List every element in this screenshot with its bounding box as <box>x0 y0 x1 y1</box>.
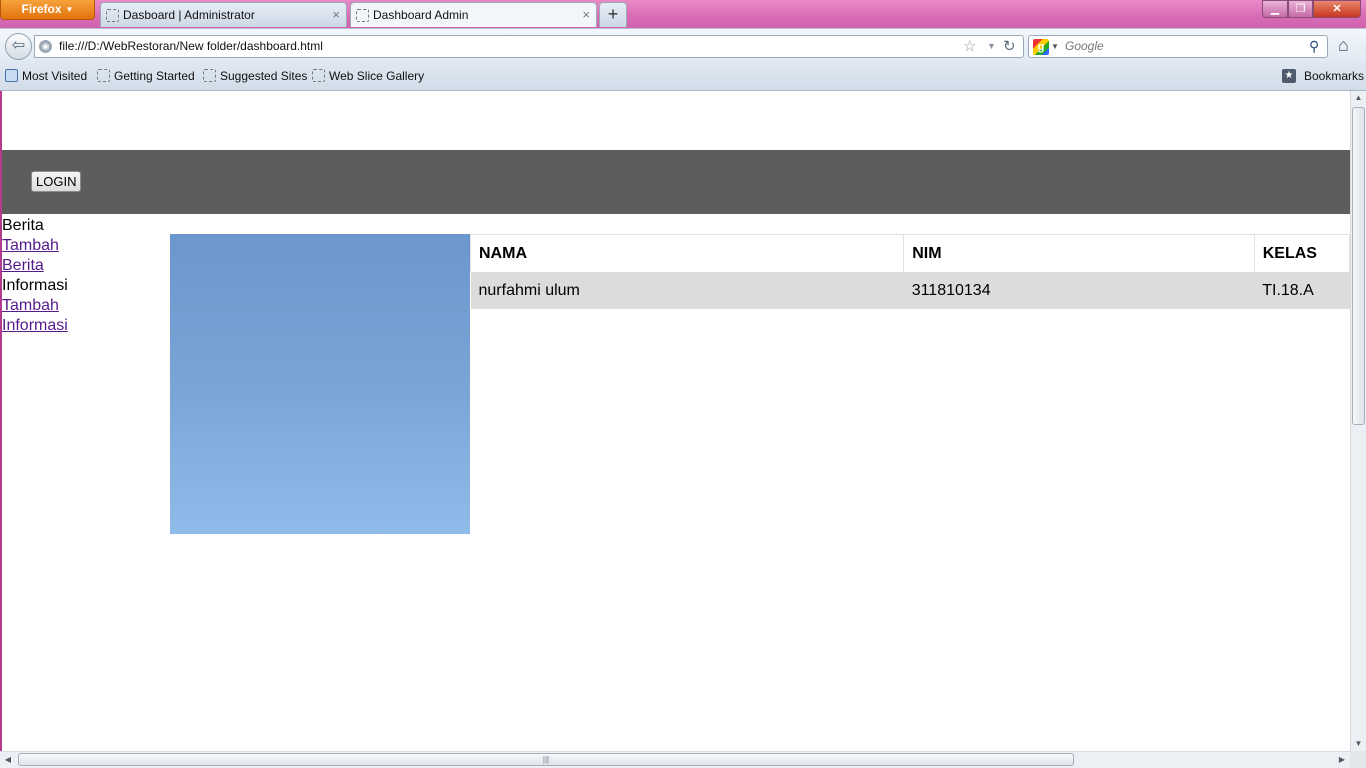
bookmark-web-slice-gallery[interactable]: Web Slice Gallery <box>309 63 424 89</box>
page-icon <box>97 69 110 82</box>
page-viewport: LOGIN Berita Tambah Berita Informasi Tam… <box>0 91 1350 751</box>
search-placeholder: Google <box>1065 39 1104 53</box>
vertical-scrollbar[interactable]: ▲ ▼ <box>1350 91 1366 751</box>
globe-icon: ◉ <box>39 40 52 53</box>
home-icon[interactable]: ⌂ <box>1338 35 1349 56</box>
link-tambah-berita-tambah[interactable]: Tambah <box>2 236 162 256</box>
horizontal-scroll-thumb[interactable]: ||| <box>18 753 1074 766</box>
table-row: nurfahmi ulum 311810134 TI.18.A <box>470 272 1350 309</box>
chevron-down-icon[interactable]: ▼ <box>1051 36 1059 57</box>
page-header: LOGIN <box>2 150 1350 214</box>
vertical-scroll-thumb[interactable] <box>1352 107 1365 425</box>
firefox-menu-button[interactable]: Firefox ▼ <box>0 0 95 20</box>
chevron-down-icon[interactable]: ▼ <box>987 36 996 57</box>
cell-kelas: TI.18.A <box>1254 272 1350 309</box>
page-favicon-icon <box>356 9 369 22</box>
magnifier-icon[interactable]: ⚲ <box>1309 36 1319 57</box>
close-tab-icon[interactable]: × <box>582 3 590 27</box>
student-table: NAMA NIM KELAS nurfahmi ulum 311810134 T… <box>469 234 1350 309</box>
google-icon[interactable]: g <box>1033 39 1049 55</box>
link-tambah-informasi-tambah[interactable]: Tambah <box>2 296 162 316</box>
back-arrow-icon[interactable]: ⇦ <box>5 33 32 60</box>
link-tambah-informasi-informasi[interactable]: Informasi <box>2 316 162 336</box>
close-tab-icon[interactable]: × <box>332 3 340 27</box>
chevron-down-icon: ▼ <box>65 5 74 14</box>
bookmarks-toolbar: Most Visited Getting Started Suggested S… <box>0 63 1366 91</box>
bookmarks-menu-button[interactable]: ★ Bookmarks <box>1282 63 1364 89</box>
navigation-toolbar: ⇦ ◉ file:///D:/WebRestoran/New folder/da… <box>0 28 1366 64</box>
header-kelas: KELAS <box>1253 234 1350 272</box>
most-visited-icon <box>5 69 18 82</box>
minimize-window-button[interactable]: ▁ <box>1262 0 1288 18</box>
page-icon <box>203 69 216 82</box>
bookmark-label: Suggested Sites <box>220 69 308 83</box>
star-icon[interactable]: ☆ <box>963 36 976 57</box>
tab-title: Dashboard Admin <box>373 8 469 22</box>
new-tab-button[interactable]: + <box>599 2 627 27</box>
table-header-row: NAMA NIM KELAS <box>469 234 1350 272</box>
bookmark-most-visited[interactable]: Most Visited <box>2 63 87 89</box>
close-window-button[interactable]: ✕ <box>1313 0 1361 18</box>
bookmark-suggested-sites[interactable]: Suggested Sites <box>200 63 307 89</box>
window-titlebar: Firefox ▼ Dasboard | Administrator × Dash… <box>0 0 1366 28</box>
bookmark-getting-started[interactable]: Getting Started <box>94 63 195 89</box>
sidebar-menu: Berita Tambah Berita Informasi Tambah In… <box>2 216 162 336</box>
header-nim: NIM <box>903 234 1255 272</box>
scroll-down-icon[interactable]: ▼ <box>1351 737 1366 751</box>
scroll-left-icon[interactable]: ◀ <box>0 752 16 768</box>
tab-dasboard-administrator[interactable]: Dasboard | Administrator × <box>100 2 347 27</box>
profile-photo <box>170 234 470 534</box>
address-bar[interactable]: ◉ file:///D:/WebRestoran/New folder/dash… <box>34 35 1024 58</box>
reload-icon[interactable]: ↻ <box>1003 36 1016 57</box>
scroll-right-icon[interactable]: ▶ <box>1334 752 1350 768</box>
star-icon: ★ <box>1282 69 1296 83</box>
sidebar-heading-berita: Berita <box>2 217 44 234</box>
bookmark-label: Most Visited <box>22 69 88 83</box>
scrollbar-corner <box>1350 751 1366 768</box>
cell-nim: 311810134 <box>903 272 1255 309</box>
bookmark-label: Web Slice Gallery <box>329 69 425 83</box>
cell-nama: nurfahmi ulum <box>470 272 904 309</box>
login-button[interactable]: LOGIN <box>31 171 82 192</box>
maximize-window-button[interactable]: ❐ <box>1288 0 1313 18</box>
header-nama: NAMA <box>469 234 905 272</box>
sidebar-heading-informasi: Informasi <box>2 277 68 294</box>
page-favicon-icon <box>106 9 119 22</box>
horizontal-scrollbar[interactable]: ◀ ||| ▶ <box>0 751 1350 768</box>
page-icon <box>312 69 325 82</box>
tab-title: Dasboard | Administrator <box>123 8 255 22</box>
scroll-up-icon[interactable]: ▲ <box>1351 91 1366 105</box>
link-tambah-berita-berita[interactable]: Berita <box>2 256 162 276</box>
firefox-menu-label: Firefox <box>21 2 62 16</box>
tab-dashboard-admin[interactable]: Dashboard Admin × <box>350 2 597 27</box>
bookmarks-menu-label: Bookmarks <box>1304 69 1365 83</box>
bookmark-label: Getting Started <box>114 69 195 83</box>
search-input[interactable]: g ▼ Google ⚲ <box>1028 35 1328 58</box>
address-url[interactable]: file:///D:/WebRestoran/New folder/dashbo… <box>59 36 323 57</box>
